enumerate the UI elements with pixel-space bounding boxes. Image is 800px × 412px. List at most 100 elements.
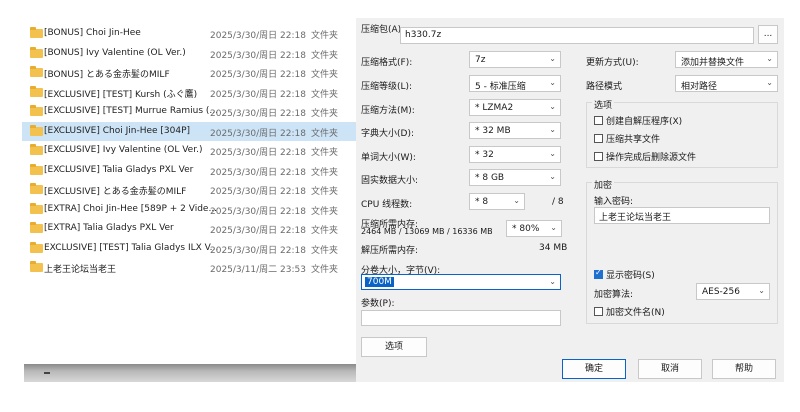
checkbox-icon (594, 152, 603, 161)
taskbar-mark (44, 372, 50, 374)
add-to-archive-dialog: 压缩包(A) h330.7z ... 压缩格式(F): 7z ⌄ 压缩等级(L):… (356, 18, 784, 382)
file-date: 2025/3/30/周日 22:18 (210, 245, 306, 256)
folder-icon (30, 27, 43, 38)
mem-percent-select[interactable]: * 80% ⌄ (506, 220, 562, 237)
method-select[interactable]: * LZMA2 ⌄ (469, 99, 561, 116)
chevron-down-icon: ⌄ (549, 172, 556, 181)
file-date: 2025/3/30/周日 22:18 (210, 206, 306, 217)
file-name: [EXCLUSIVE] Choi Jin-Hee [304P] (44, 125, 191, 136)
update-select[interactable]: 添加并替换文件 ⌄ (675, 51, 778, 68)
chevron-down-icon: ⌄ (549, 149, 556, 158)
browse-button[interactable]: ... (758, 25, 778, 44)
word-label: 单词大小(W): (361, 153, 416, 163)
decomp-value: 34 MB (539, 243, 568, 253)
file-date: 2025/3/30/周日 22:18 (210, 70, 306, 80)
file-date: 2025/3/30/周日 22:18 (210, 50, 306, 61)
file-name: [BONUS] Ivy Valentine (OL Ver.) (44, 47, 186, 58)
chevron-down-icon: ⌄ (549, 102, 556, 111)
show-password-checkbox[interactable]: 显示密码(S) (594, 268, 655, 281)
file-date: 2025/3/30/周日 22:18 (210, 109, 306, 119)
file-row[interactable]: [BONUS] Ivy Valentine (OL Ver.) 2025/3/30… (22, 44, 356, 63)
file-type: 文件夹 (311, 245, 339, 256)
file-type: 文件夹 (311, 167, 339, 178)
path-select[interactable]: 相对路径 ⌄ (675, 75, 778, 92)
folder-icon (30, 85, 43, 97)
folder-icon (30, 163, 43, 175)
file-type: 文件夹 (311, 109, 339, 119)
split-combo[interactable]: 700M ⌄ (361, 274, 561, 290)
file-type: 文件夹 (311, 89, 339, 100)
delete-source-checkbox[interactable]: 操作完成后删除源文件 (594, 150, 696, 163)
file-row[interactable]: [EXCLUSIVE] [TEST] Murrue Ramius (... 202… (22, 102, 356, 121)
file-name: [EXCLUSIVE] Talia Gladys PXL Ver (44, 164, 194, 175)
file-name: [BONUS] Choi Jin-Hee (44, 28, 141, 38)
file-name: [EXTRA] Talia Gladys PXL Ver (44, 223, 174, 233)
file-type: 文件夹 (311, 187, 339, 197)
file-date: 2025/3/30/周日 22:18 (210, 226, 306, 236)
file-row[interactable]: [EXTRA] Choi Jin-Hee [589P + 2 Vide... 20… (22, 200, 356, 219)
archive-path-input[interactable]: h330.7z (400, 27, 754, 44)
solid-select[interactable]: * 8 GB ⌄ (469, 169, 561, 186)
file-date: 2025/3/30/周日 22:18 (210, 31, 306, 41)
decomp-label: 解压所需内存: (361, 246, 419, 256)
ok-button[interactable]: 确定 (562, 359, 626, 379)
file-row[interactable]: 上老王论坛当老王 2025/3/11/周二 23:53 文件夹 (22, 258, 356, 277)
folder-icon (30, 144, 43, 155)
file-name: [BONUS] とある金赤髪のMILF (44, 70, 170, 80)
chevron-down-icon: ⌄ (549, 54, 556, 63)
options-button[interactable]: 选项 (361, 337, 427, 357)
cancel-button[interactable]: 取消 (638, 359, 702, 379)
format-select[interactable]: 7z ⌄ (469, 51, 561, 68)
dict-label: 字典大小(D): (361, 129, 414, 139)
chevron-down-icon: ⌄ (766, 54, 773, 63)
shared-checkbox[interactable]: 压缩共享文件 (594, 132, 660, 145)
checkbox-checked-icon (594, 268, 603, 279)
file-row[interactable]: [EXCLUSIVE] [TEST] Kursh (ふぐ鷹) 2025/3/30/… (22, 83, 356, 102)
file-date: 2025/3/30/周日 22:18 (210, 89, 306, 100)
params-label: 参数(P): (361, 299, 395, 309)
level-select[interactable]: 5 - 标准压缩 ⌄ (469, 75, 561, 92)
password-input[interactable]: 上老王论坛当老王 (594, 207, 770, 224)
file-date: 2025/3/30/周日 22:18 (210, 167, 306, 178)
file-name: [EXCLUSIVE] とある金赤髪のMILF (44, 187, 187, 197)
file-type: 文件夹 (311, 31, 339, 41)
enc-method-select[interactable]: AES-256 ⌄ (696, 283, 770, 300)
file-explorer: [BONUS] Choi Jin-Hee 2025/3/30/周日 22:18 文件… (0, 0, 356, 412)
file-name: 上老王论坛当老王 (44, 265, 117, 275)
checkbox-icon (594, 307, 603, 316)
help-button[interactable]: 帮助 (712, 359, 776, 379)
file-type: 文件夹 (311, 206, 339, 217)
path-label: 路径模式 (586, 82, 623, 92)
folder-icon (30, 261, 43, 272)
folder-icon (30, 202, 43, 214)
threads-max: / 8 (552, 197, 564, 207)
file-type: 文件夹 (311, 226, 339, 236)
folder-icon (30, 222, 43, 233)
file-row[interactable]: [EXCLUSIVE] Choi Jin-Hee [304P] 2025/3/30… (22, 121, 356, 141)
file-date: 2025/3/30/周日 22:18 (210, 187, 306, 197)
mem-detail: 2464 MB / 13069 MB / 16336 MB (361, 227, 493, 236)
chevron-down-icon: ⌄ (549, 78, 556, 87)
method-label: 压缩方法(M): (361, 106, 415, 116)
file-type: 文件夹 (311, 70, 339, 80)
threads-label: CPU 线程数: (361, 200, 413, 210)
sfx-checkbox[interactable]: 创建自解压程序(X) (594, 114, 682, 127)
chevron-down-icon: ⌄ (758, 286, 765, 295)
encrypt-names-checkbox[interactable]: 加密文件名(N) (594, 305, 665, 318)
word-select[interactable]: * 32 ⌄ (469, 146, 561, 163)
taskbar-strip (24, 364, 356, 382)
file-row[interactable]: [EXCLUSIVE] とある金赤髪のMILF 2025/3/30/周日 22:1… (22, 180, 356, 199)
file-type: 文件夹 (311, 265, 339, 275)
level-label: 压缩等级(L): (361, 82, 413, 92)
file-row[interactable]: [EXCLUSIVE] Ivy Valentine (OL Ver.) 2025/… (22, 141, 356, 160)
dict-select[interactable]: * 32 MB ⌄ (469, 122, 561, 139)
file-row[interactable]: [BONUS] Choi Jin-Hee 2025/3/30/周日 22:18 文件… (22, 24, 356, 43)
folder-icon (30, 241, 43, 253)
file-row[interactable]: [EXTRA] Talia Gladys PXL Ver 2025/3/30/周日… (22, 219, 356, 238)
params-input[interactable] (361, 310, 561, 326)
threads-select[interactable]: * 8 ⌄ (469, 193, 525, 210)
checkbox-icon (594, 116, 603, 125)
file-row[interactable]: [EXCLUSIVE] Talia Gladys PXL Ver 2025/3/3… (22, 161, 356, 180)
file-row[interactable]: EXCLUSIVE] [TEST] Talia Gladys ILX V... 2… (22, 239, 356, 258)
file-row[interactable]: [BONUS] とある金赤髪のMILF 2025/3/30/周日 22:18 文件夹 (22, 63, 356, 82)
